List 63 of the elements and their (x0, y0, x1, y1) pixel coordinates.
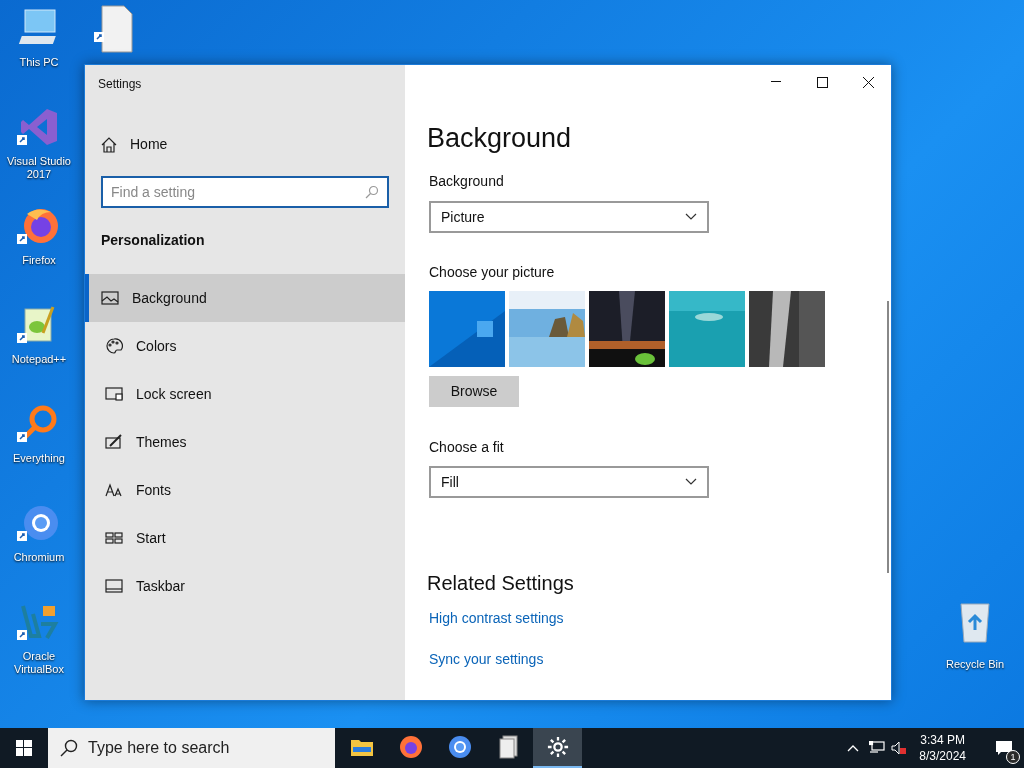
tiles-icon (105, 530, 123, 546)
field-label: Choose a fit (429, 438, 505, 457)
notification-button[interactable]: 1 (984, 728, 1024, 768)
scrollbar[interactable] (887, 301, 889, 573)
chevron-down-icon (685, 213, 697, 221)
desktop-icon-label[interactable]: Firefox (22, 254, 56, 267)
minimize-icon (771, 81, 781, 83)
nav-item[interactable]: Start (85, 514, 405, 562)
browse-button[interactable]: Browse (429, 376, 519, 407)
field-label: Choose your picture (429, 263, 556, 282)
settings-icon (546, 736, 569, 758)
palette-icon (105, 338, 123, 354)
chevron-up-icon[interactable] (847, 744, 860, 752)
desktop-icon-label[interactable]: Everything (13, 452, 65, 465)
ring-icon (17, 503, 61, 543)
maximize-icon (816, 76, 828, 88)
message-icon (995, 740, 1013, 756)
ring-icon (447, 735, 472, 759)
nav-item[interactable]: Fonts (85, 466, 405, 514)
clock-time[interactable]: 3:34 PM (920, 732, 965, 748)
search-icon (60, 739, 78, 757)
network-icon[interactable] (869, 741, 886, 755)
taskbar-app-button[interactable] (533, 728, 582, 768)
home-link[interactable]: Home (101, 134, 405, 155)
fox-globe-icon (398, 735, 423, 759)
desktop-icon-label[interactable]: Oracle VirtualBox (0, 650, 78, 676)
nav-item[interactable]: Themes (85, 418, 405, 466)
desktop-icon-label[interactable]: This PC (19, 56, 59, 69)
notification-count: 1 (1006, 750, 1020, 764)
nav-item[interactable]: Colors (85, 322, 405, 370)
search-icon (365, 185, 379, 199)
nav-item[interactable]: Lock screen (85, 370, 405, 418)
folder-icon (349, 737, 374, 757)
chevron-down-icon (685, 478, 697, 486)
clock-date[interactable]: 8/3/2024 (919, 748, 966, 764)
brush-icon (105, 434, 123, 450)
desktop-icon-label[interactable]: Chromium (13, 551, 65, 564)
desktop-icon-label[interactable]: Notepad++ (11, 353, 67, 366)
fox-globe-icon (17, 206, 61, 246)
home-icon (101, 136, 117, 153)
desktop-icon-label[interactable]: Recycle Bin (945, 656, 1005, 673)
nav-item[interactable]: Taskbar (85, 562, 405, 610)
page-heading: Background (427, 122, 573, 155)
settings-link[interactable]: Sync your settings (429, 649, 544, 670)
nav-item[interactable]: Background (85, 274, 405, 322)
taskbar-icon (105, 578, 123, 594)
search-field[interactable]: Find a setting (101, 176, 389, 208)
settings-link[interactable]: High contrast settings (429, 608, 564, 629)
document-stack-icon (498, 735, 519, 759)
font-icon (105, 482, 123, 498)
muted-speaker-icon[interactable] (891, 741, 908, 755)
picture-icon (101, 290, 119, 306)
background-dropdown[interactable]: Picture (429, 201, 709, 233)
taskbar-search-field[interactable]: Type here to search (48, 728, 335, 768)
field-label: Background (429, 172, 505, 191)
desktop-icon-label[interactable]: Visual Studio 2017 (0, 155, 78, 181)
close-icon (862, 76, 874, 88)
screen-icon (105, 386, 123, 402)
section-heading: Personalization (101, 231, 206, 250)
fit-dropdown[interactable]: Fill (429, 466, 709, 498)
section-heading: Related Settings (427, 571, 575, 596)
window-title: Settings (98, 76, 143, 93)
windows-logo-icon (16, 740, 32, 756)
